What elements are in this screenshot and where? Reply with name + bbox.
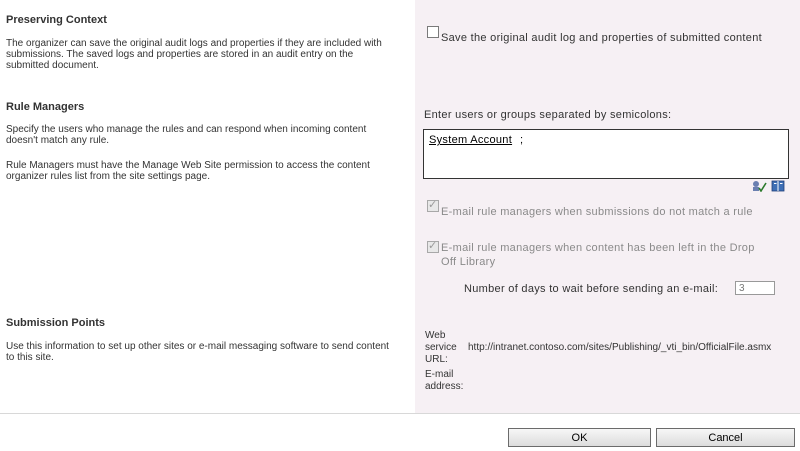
email-dropoff-checkbox[interactable] bbox=[427, 239, 439, 253]
preserving-context-description-pane: Preserving Context The organizer can sav… bbox=[0, 0, 415, 97]
rule-managers-desc-2: Rule Managers must have the Manage Web S… bbox=[6, 160, 370, 182]
rule-managers-desc-1: Specify the users who manage the rules a… bbox=[6, 124, 367, 146]
submission-points-desc: Use this information to set up other sit… bbox=[6, 341, 389, 363]
web-service-url-label: Web service URL: bbox=[425, 330, 457, 365]
people-picker-input[interactable]: System Account ; bbox=[423, 129, 789, 179]
preserving-context-title: Preserving Context bbox=[6, 14, 107, 26]
save-audit-log-checkbox[interactable] bbox=[427, 26, 439, 38]
submission-points-title: Submission Points bbox=[6, 317, 106, 329]
check-names-icon[interactable] bbox=[753, 181, 767, 192]
submission-points-description-pane: Submission Points Use this information t… bbox=[0, 312, 415, 413]
email-nomatch-label: E-mail rule managers when submissions do… bbox=[441, 206, 753, 218]
web-service-url-value: http://intranet.contoso.com/sites/Publis… bbox=[468, 342, 772, 353]
preserving-context-desc: The organizer can save the original audi… bbox=[6, 38, 382, 71]
save-audit-log-label: Save the original audit log and properti… bbox=[441, 32, 762, 44]
people-picker-prompt: Enter users or groups separated by semic… bbox=[424, 109, 672, 121]
submission-points-control-pane bbox=[415, 312, 800, 413]
people-picker-separator: ; bbox=[520, 134, 524, 146]
people-picker-entry[interactable]: System Account bbox=[429, 134, 512, 146]
preserving-context-control-pane bbox=[415, 0, 800, 97]
email-dropoff-label: E-mail rule managers when content has be… bbox=[441, 242, 755, 268]
ok-button[interactable]: OK bbox=[508, 428, 651, 447]
rule-managers-description-pane: Rule Managers Specify the users who mana… bbox=[0, 97, 415, 312]
days-to-wait-label: Number of days to wait before sending an… bbox=[464, 283, 719, 295]
address-book-icon[interactable] bbox=[771, 180, 785, 192]
preserving-context-section: Preserving Context The organizer can sav… bbox=[0, 0, 800, 98]
rule-managers-title: Rule Managers bbox=[6, 101, 85, 113]
email-nomatch-checkbox[interactable] bbox=[427, 198, 439, 212]
days-to-wait-input[interactable]: 3 bbox=[735, 281, 775, 295]
submission-points-section: Submission Points Use this information t… bbox=[0, 312, 800, 414]
cancel-button[interactable]: Cancel bbox=[656, 428, 795, 447]
email-address-label: E-mail address: bbox=[425, 369, 464, 392]
people-picker-icons bbox=[753, 180, 785, 192]
